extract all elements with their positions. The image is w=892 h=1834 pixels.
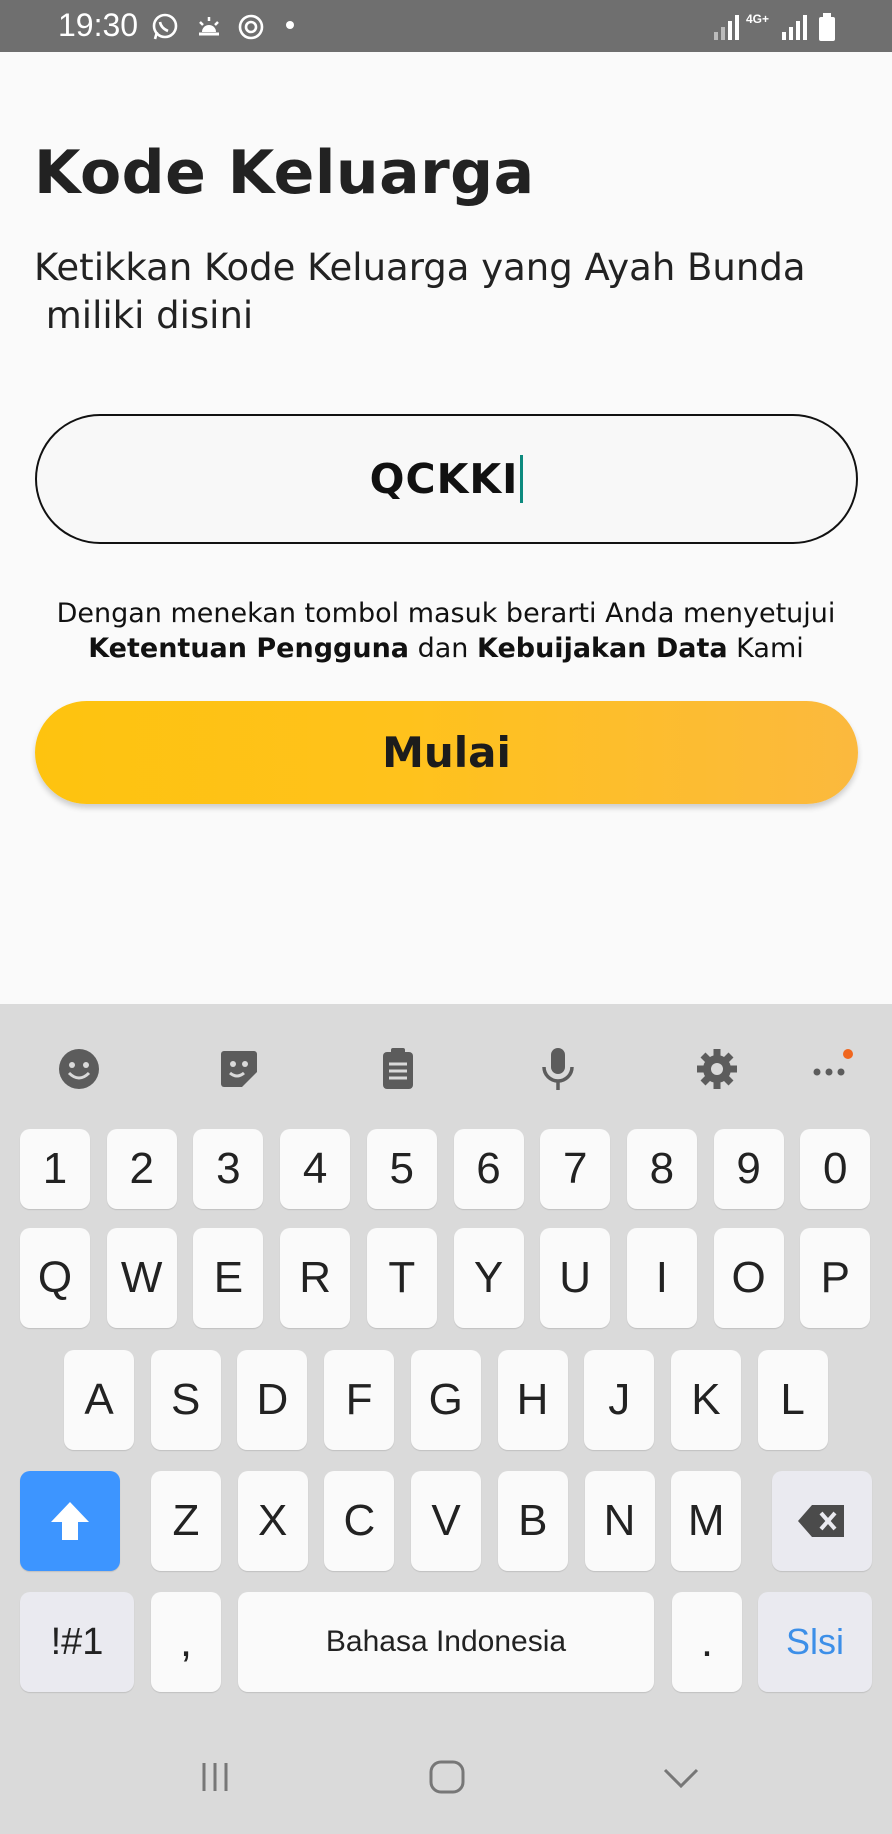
key-6[interactable]: 6 [453,1129,524,1209]
key-e[interactable]: E [193,1228,264,1328]
signal-icon [780,12,810,42]
whatsapp-icon [150,12,180,42]
key-a[interactable]: A [64,1350,134,1450]
data-policy-link[interactable]: Kebuijakan Data [477,633,728,664]
period-key[interactable]: . [672,1592,742,1692]
4g-icon: 4G+ [746,12,776,42]
space-key[interactable]: Bahasa Indonesia [238,1592,654,1692]
key-v[interactable]: V [411,1471,482,1571]
comma-key[interactable]: , [151,1592,221,1692]
terms-suffix: Kami [727,633,804,664]
home-icon[interactable] [428,1760,466,1798]
terms-middle: dan [409,633,477,664]
key-l[interactable]: L [757,1350,828,1450]
sync-icon [236,12,266,42]
signal-icon [712,12,742,42]
key-j[interactable]: J [584,1350,655,1450]
settings-icon[interactable] [692,1044,742,1094]
key-p[interactable]: P [800,1228,871,1328]
weather-icon [194,12,224,42]
key-2[interactable]: 2 [106,1129,177,1209]
key-c[interactable]: C [324,1471,395,1571]
more-icon[interactable] [806,1044,856,1094]
key-n[interactable]: N [584,1471,655,1571]
recent-apps-icon[interactable] [198,1760,232,1798]
done-key[interactable]: Slsi [758,1592,872,1692]
key-o[interactable]: O [713,1228,784,1328]
key-q[interactable]: Q [20,1228,90,1328]
key-s[interactable]: S [150,1350,221,1450]
page-subtitle: Ketikkan Kode Keluarga yang Ayah Bunda m… [34,246,806,337]
key-g[interactable]: G [410,1350,481,1450]
key-h[interactable]: H [497,1350,568,1450]
key-x[interactable]: X [237,1471,308,1571]
family-code-value: QCKKI [369,455,519,503]
key-w[interactable]: W [106,1228,177,1328]
shift-key[interactable] [20,1471,120,1571]
text-caret [520,455,524,503]
key-t[interactable]: T [366,1228,437,1328]
battery-icon [814,12,844,42]
family-code-input[interactable]: QCKKI [35,414,858,544]
status-time: 19:30 [58,7,139,43]
key-1[interactable]: 1 [20,1129,90,1209]
key-0[interactable]: 0 [800,1129,871,1209]
network-label: 4G+ [746,12,770,26]
key-7[interactable]: 7 [540,1129,611,1209]
shift-arrow-icon [51,1502,89,1540]
key-r[interactable]: R [280,1228,351,1328]
terms-of-use-link[interactable]: Ketentuan Pengguna [88,633,409,664]
emoji-icon[interactable] [54,1044,104,1094]
clipboard-icon[interactable] [373,1044,423,1094]
key-9[interactable]: 9 [713,1129,784,1209]
microphone-icon[interactable] [533,1044,583,1094]
key-f[interactable]: F [324,1350,395,1450]
symbols-key[interactable]: !#1 [20,1592,134,1692]
sticker-icon[interactable] [214,1044,264,1094]
key-d[interactable]: D [237,1350,308,1450]
page-title: Kode Keluarga [34,138,535,208]
key-i[interactable]: I [626,1228,697,1328]
start-button[interactable]: Mulai [35,701,858,804]
terms-notice: Dengan menekan tombol masuk berarti Anda… [34,596,858,666]
key-z[interactable]: Z [151,1471,221,1571]
key-3[interactable]: 3 [193,1129,264,1209]
key-b[interactable]: B [497,1471,568,1571]
back-icon[interactable] [662,1760,700,1798]
status-bar: 19:30 4G+ [0,0,892,52]
onscreen-keyboard: 1234567890 QWERTYUIOP ASDFGHJKL ZXCVBNM … [0,1004,892,1834]
key-u[interactable]: U [540,1228,611,1328]
key-5[interactable]: 5 [366,1129,437,1209]
dot-icon [286,21,294,29]
key-y[interactable]: Y [453,1228,524,1328]
terms-prefix: Dengan menekan tombol masuk berarti Anda… [56,598,836,629]
key-m[interactable]: M [671,1471,742,1571]
key-4[interactable]: 4 [280,1129,351,1209]
backspace-icon [798,1505,844,1537]
key-k[interactable]: K [670,1350,741,1450]
key-8[interactable]: 8 [626,1129,697,1209]
backspace-key[interactable] [772,1471,872,1571]
